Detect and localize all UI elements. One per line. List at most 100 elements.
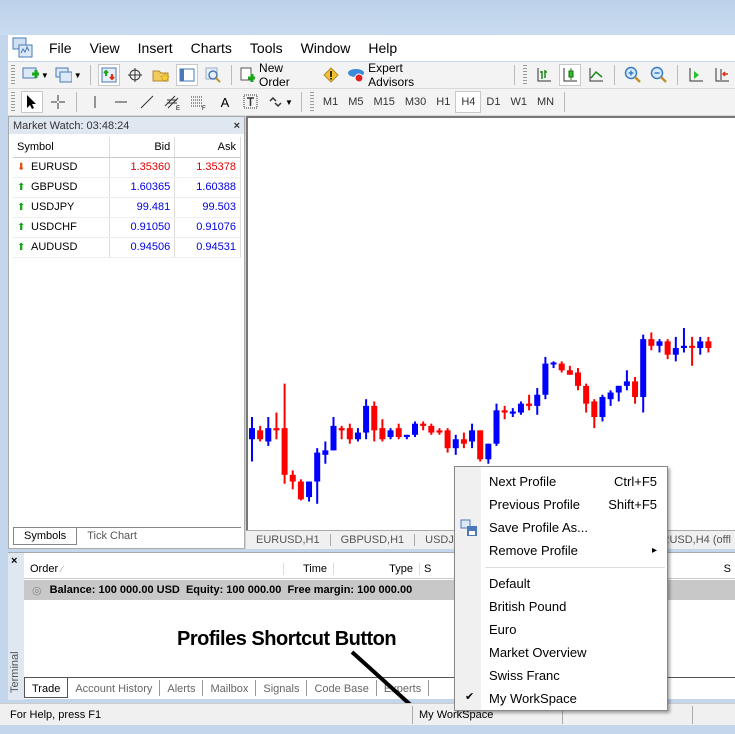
line-chart-button[interactable] [585,64,607,86]
horizontal-line-button[interactable] [110,91,132,113]
toolbar-grip[interactable] [523,65,528,85]
candle [689,336,696,366]
equidistant-channel-button[interactable]: E [162,91,184,113]
tab-mailbox[interactable]: Mailbox [203,680,257,696]
timeframe-d1[interactable]: D1 [481,91,505,113]
tab-signals[interactable]: Signals [256,680,308,696]
new-chart-button[interactable]: ▼ [21,64,50,86]
navigator-button[interactable] [150,64,172,86]
market-watch-row[interactable]: ⬆ AUDUSD 0.94506 0.94531 [13,237,241,258]
zoom-in-button[interactable] [622,64,644,86]
menu-item-next-profile[interactable]: Next Profile Ctrl+F5 [489,470,665,492]
column-header-ask[interactable]: Ask [174,137,241,158]
column-header-bid[interactable]: Bid [109,137,176,158]
title-bar [0,0,735,35]
text-button[interactable]: A [214,91,236,113]
toolbar-separator [300,92,302,112]
menu-item-profile-my-workspace[interactable]: My WorkSpace [489,687,665,709]
menu-item-remove-profile[interactable]: Remove Profile ▸ [489,539,665,561]
menu-view[interactable]: View [81,40,129,56]
bar-chart-icon [537,68,552,82]
new-order-button[interactable]: New Order [239,61,316,89]
menu-window[interactable]: Window [292,40,360,56]
chevron-down-icon[interactable]: ▼ [41,71,49,80]
tab-trade[interactable]: Trade [24,678,69,698]
timeframe-m1[interactable]: M1 [318,91,343,113]
menu-help[interactable]: Help [359,40,406,56]
trendline-button[interactable] [136,91,158,113]
toolbar-grip[interactable] [11,65,15,85]
chevron-down-icon[interactable]: ▼ [74,71,82,80]
column-header-order[interactable]: Order ∕ [24,562,284,575]
menu-file[interactable]: File [40,40,81,56]
menu-item-profile-default[interactable]: Default [489,572,665,594]
market-watch-button[interactable] [97,64,120,86]
chart-shift-button[interactable] [711,64,733,86]
timeframe-m30[interactable]: M30 [400,91,431,113]
arrows-button[interactable]: ▼ [266,91,294,113]
terminal-button[interactable] [175,64,198,86]
market-watch-row[interactable]: ⬆ USDJPY 99.481 99.503 [13,197,241,218]
candle [469,423,476,449]
menu-item-previous-profile[interactable]: Previous Profile Shift+F5 [489,493,665,515]
tab-symbols[interactable]: Symbols [13,528,78,545]
candle [395,423,402,440]
strategy-tester-button[interactable] [202,64,224,86]
vertical-line-button[interactable] [84,91,106,113]
timeframe-h4[interactable]: H4 [455,91,482,113]
candle [387,428,394,440]
menu-item-profile-british-pound[interactable]: British Pound [489,595,665,617]
menu-divider [485,567,665,568]
candle [428,423,435,435]
candlestick-chart-button[interactable] [559,64,582,86]
close-icon[interactable]: × [234,120,240,132]
column-header-symbol[interactable]: Symbol [13,137,110,158]
data-window-button[interactable] [124,64,146,86]
toolbar-grip[interactable] [309,92,314,112]
column-header-time[interactable]: Time [284,562,334,575]
save-profile-icon [460,519,477,536]
candle-body [460,439,467,444]
autotrading-warning-button[interactable] [320,64,342,86]
bar-chart-button[interactable] [533,64,555,86]
chart-tab-gbpusd-h1[interactable]: GBPUSD,H1 [331,534,416,546]
market-watch-row[interactable]: ⬆ GBPUSD 1.60365 1.60388 [13,177,241,198]
column-header-s2[interactable]: S [724,563,735,575]
crosshair-button[interactable] [47,91,69,113]
menu-charts[interactable]: Charts [182,40,241,56]
timeframe-h1[interactable]: H1 [431,91,455,113]
menu-item-profile-market-overview[interactable]: Market Overview [489,641,665,663]
chart-tab-eurusd-h4-offline[interactable]: RUSD,H4 (offl [662,534,735,546]
menu-item-profile-euro[interactable]: Euro [489,618,665,640]
cursor-button[interactable] [21,91,43,113]
text-label-button[interactable] [240,91,262,113]
timeframe-m5[interactable]: M5 [343,91,368,113]
candle [623,370,630,391]
zoom-out-button[interactable] [648,64,670,86]
timeframe-m15[interactable]: M15 [368,91,399,113]
expert-advisors-button[interactable]: Expert Advisors [346,61,450,89]
menu-insert[interactable]: Insert [129,40,182,56]
menu-item-save-profile-as[interactable]: Save Profile As... [489,516,665,538]
chart-tab-eurusd-h1[interactable]: EURUSD,H1 [246,534,331,546]
market-watch-row[interactable]: ⬆ USDCHF 0.91050 0.91076 [13,217,241,238]
candle [526,394,533,411]
column-header-type[interactable]: Type [334,562,420,575]
close-icon[interactable]: × [11,555,17,567]
fibonacci-button[interactable]: F [188,91,210,113]
menu-tools[interactable]: Tools [241,40,292,56]
autoscroll-button[interactable] [685,64,707,86]
timeframe-mn[interactable]: MN [532,91,559,113]
candle [460,432,467,449]
tab-alerts[interactable]: Alerts [160,680,204,696]
timeframe-w1[interactable]: W1 [505,91,532,113]
column-header-s[interactable]: S [420,563,440,575]
tab-tick-chart[interactable]: Tick Chart [77,528,147,545]
menu-item-profile-swiss-franc[interactable]: Swiss Franc [489,664,665,686]
chevron-down-icon[interactable]: ▼ [285,98,293,107]
toolbar-grip[interactable] [11,92,15,112]
market-watch-row[interactable]: ⬇ EURUSD 1.35360 1.35378 [13,157,241,178]
profiles-button[interactable]: ▼ [54,64,83,86]
market-watch-title: Market Watch: 03:48:24 [13,119,130,132]
tab-account-history[interactable]: Account History [68,680,161,696]
